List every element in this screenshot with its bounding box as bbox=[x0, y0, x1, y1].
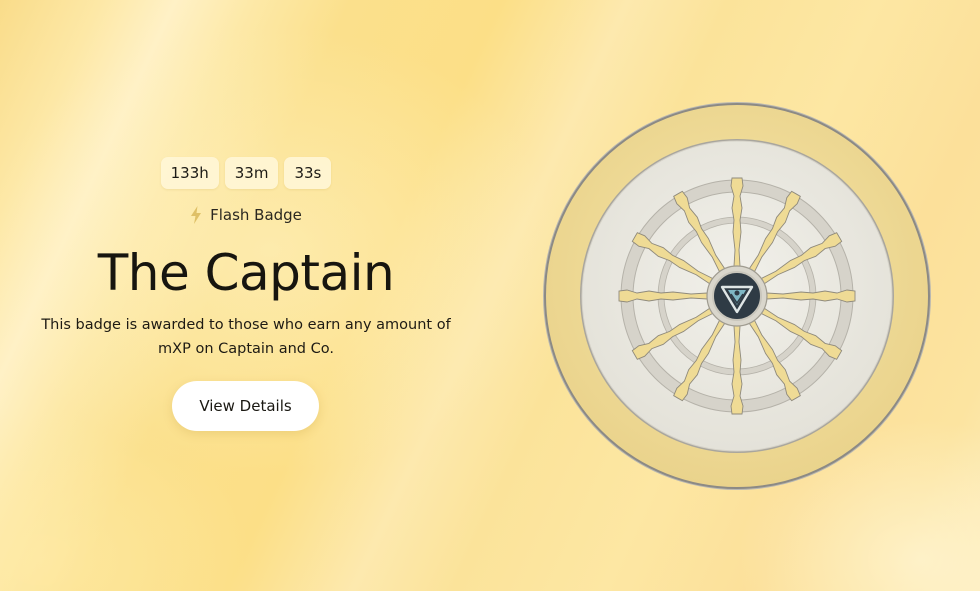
countdown-timer: 133h 33m 33s bbox=[40, 157, 452, 189]
lightning-bolt-icon bbox=[191, 206, 202, 224]
timer-seconds: 33s bbox=[284, 157, 332, 189]
badge-kind: Flash Badge bbox=[40, 206, 452, 224]
badge-title: The Captain bbox=[97, 244, 395, 302]
timer-hours: 133h bbox=[160, 157, 219, 189]
view-details-button[interactable]: View Details bbox=[172, 381, 319, 431]
badge-kind-label: Flash Badge bbox=[210, 206, 302, 224]
flash-badge-hero: 133h 33m 33s Flash Badge The Captain Thi… bbox=[0, 0, 980, 591]
badge-description: This badge is awarded to those who earn … bbox=[41, 317, 451, 357]
timer-minutes: 33m bbox=[224, 157, 279, 189]
ship-wheel-badge-icon bbox=[543, 102, 931, 490]
badge-info-panel: 133h 33m 33s Flash Badge The Captain Thi… bbox=[40, 0, 452, 591]
